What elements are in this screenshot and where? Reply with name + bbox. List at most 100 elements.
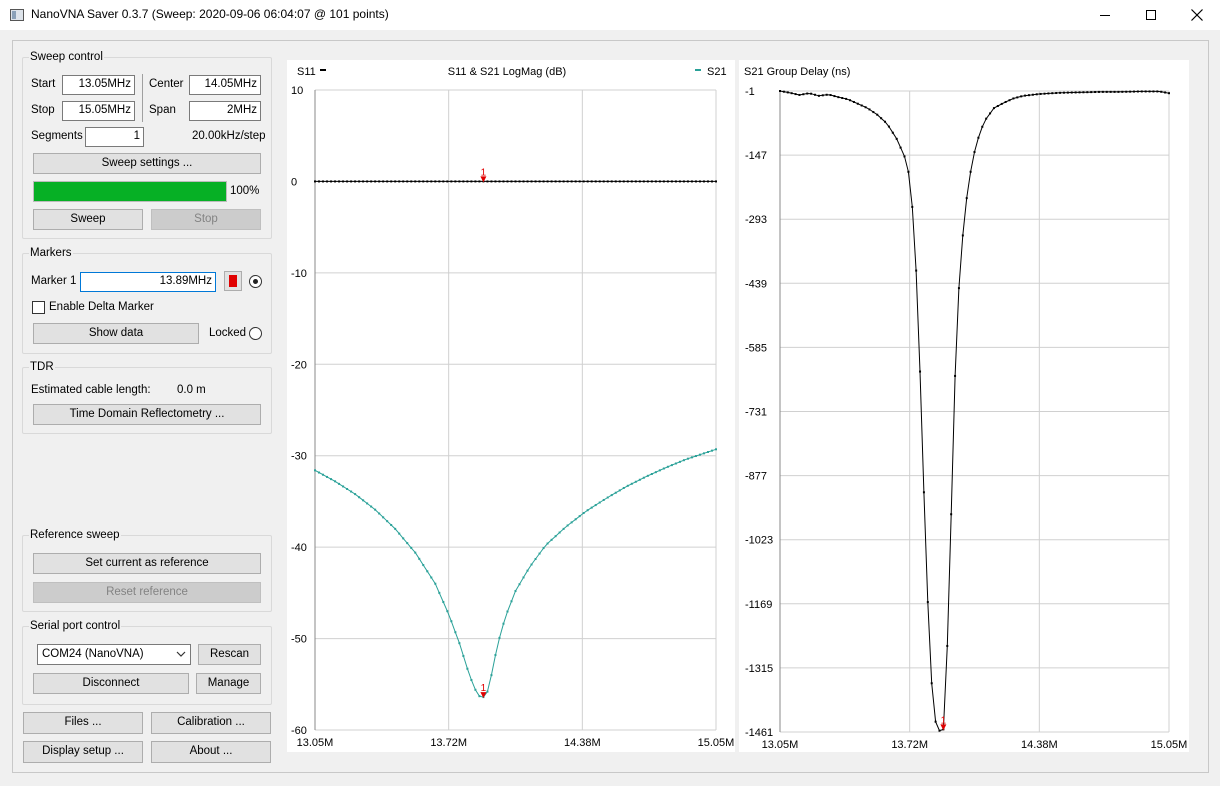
sweep-progress-bar — [33, 181, 227, 202]
series-point-s21 — [876, 113, 879, 116]
series-point-s11 — [562, 180, 565, 183]
stop-frequency-input[interactable]: 15.05MHz — [62, 101, 135, 121]
series-point-s21 — [486, 690, 489, 693]
series-point-s21 — [530, 563, 533, 566]
series-point-s21 — [1004, 100, 1007, 103]
series-point-s11 — [370, 180, 373, 183]
series-point-s21 — [864, 106, 867, 109]
series-point-s21 — [446, 610, 449, 613]
marker1-frequency-input[interactable]: 13.89MHz — [80, 272, 216, 292]
series-point-s11 — [534, 180, 537, 183]
series-point-s21 — [326, 475, 329, 478]
series-point-s21 — [378, 512, 381, 515]
marker1-label: Marker 1 — [31, 275, 77, 287]
series-point-s21 — [845, 97, 848, 100]
series-point-s11 — [402, 180, 405, 183]
markers-title: Markers — [29, 247, 73, 259]
progress-percent: 100% — [230, 185, 260, 197]
series-point-s11 — [706, 180, 709, 183]
series-point-s21 — [430, 576, 433, 579]
minimize-button[interactable] — [1082, 0, 1128, 30]
series-point-s11 — [398, 180, 401, 183]
set-reference-button[interactable]: Set current as reference — [33, 553, 261, 574]
group-delay-chart-plot: S21 Group Delay (ns) -1 -147 -293 -439 -585 -7… — [744, 66, 1188, 751]
calibration-button[interactable]: Calibration ... — [151, 712, 271, 734]
series-point-s21 — [961, 234, 964, 237]
series-point-s11 — [318, 180, 321, 183]
series-point-s11 — [654, 180, 657, 183]
span-input[interactable]: 2MHz — [189, 101, 261, 121]
series-point-s21 — [454, 631, 457, 634]
display-setup-button[interactable]: Display setup ... — [23, 741, 143, 763]
series-point-s21 — [494, 654, 497, 657]
sweep-settings-button[interactable]: Sweep settings ... — [33, 153, 261, 174]
series-point-s21 — [1082, 91, 1085, 94]
series-point-s21 — [574, 518, 577, 521]
x-tick-label: 14.38M — [1021, 739, 1058, 751]
series-point-s21 — [602, 498, 605, 501]
series-point-s11 — [462, 180, 465, 183]
series-point-s21 — [1020, 95, 1023, 98]
y-tick-label: -1461 — [745, 727, 773, 739]
close-icon — [1191, 9, 1203, 21]
series-point-s21 — [546, 542, 549, 545]
series-point-s21 — [566, 524, 569, 527]
series-point-s21 — [965, 197, 968, 200]
x-tick-label: 15.05M — [1151, 739, 1188, 751]
marker-color-swatch — [229, 275, 237, 287]
marker-label: 1 — [481, 683, 487, 694]
series-point-s21 — [702, 452, 705, 455]
delta-marker-checkbox[interactable] — [32, 301, 45, 314]
group-delay-chart[interactable]: S21 Group Delay (ns) -1 -147 -293 -439 -585 -7… — [739, 60, 1189, 752]
series-point-s21 — [382, 516, 385, 519]
progress-fill — [34, 182, 226, 201]
logmag-chart[interactable]: S11 & S21 LogMag (dB) 10 0 -10 -20 -30 -40 -50 -… — [287, 60, 735, 752]
series-point-s21 — [1125, 90, 1128, 93]
series-point-s21 — [1047, 92, 1050, 95]
series-point-s21 — [1109, 90, 1112, 93]
locked-radio[interactable] — [249, 327, 262, 340]
rescan-button[interactable]: Rescan — [198, 644, 261, 665]
series-point-s21 — [1051, 92, 1054, 95]
series-point-s11 — [666, 180, 669, 183]
segments-input[interactable]: 1 — [85, 127, 144, 147]
center-label: Center — [149, 78, 184, 90]
series-point-s11 — [486, 180, 489, 183]
series-point-s11 — [626, 180, 629, 183]
series-point-s11 — [710, 180, 713, 183]
series-point-s21 — [478, 695, 481, 698]
series-point-s11 — [526, 180, 529, 183]
center-frequency-input[interactable]: 14.05MHz — [189, 75, 261, 95]
disconnect-button[interactable]: Disconnect — [33, 673, 189, 694]
series-point-s21 — [418, 557, 421, 560]
series-point-s21 — [578, 515, 581, 518]
series-point-s11 — [510, 180, 513, 183]
marker1-color-button[interactable] — [224, 271, 242, 291]
y-tick-label: -293 — [745, 214, 767, 226]
series-point-s21 — [880, 117, 883, 120]
tdr-button[interactable]: Time Domain Reflectometry ... — [33, 404, 261, 425]
series-point-s21 — [526, 569, 529, 572]
stop-button[interactable]: Stop — [151, 209, 261, 230]
series-point-s21 — [915, 269, 918, 272]
series-point-s21 — [715, 448, 717, 451]
series-point-s21 — [860, 104, 863, 107]
series-point-s21 — [825, 93, 828, 96]
series-point-s21 — [366, 502, 369, 505]
series-point-s11 — [354, 180, 357, 183]
about-button[interactable]: About ... — [151, 741, 271, 763]
start-frequency-input[interactable]: 13.05MHz — [62, 75, 135, 95]
close-button[interactable] — [1174, 0, 1220, 30]
manage-button[interactable]: Manage — [196, 673, 261, 694]
series-point-s11 — [642, 180, 645, 183]
marker1-active-radio[interactable] — [249, 275, 262, 288]
maximize-button[interactable] — [1128, 0, 1174, 30]
sweep-button[interactable]: Sweep — [33, 209, 143, 230]
files-button[interactable]: Files ... — [23, 712, 143, 734]
series-point-s11 — [414, 180, 417, 183]
series-point-s21 — [996, 105, 999, 108]
show-data-button[interactable]: Show data — [33, 323, 199, 344]
serial-port-select[interactable]: COM24 (NanoVNA) — [37, 644, 191, 665]
y-tick-label: -60 — [291, 725, 307, 737]
reset-reference-button[interactable]: Reset reference — [33, 582, 261, 603]
